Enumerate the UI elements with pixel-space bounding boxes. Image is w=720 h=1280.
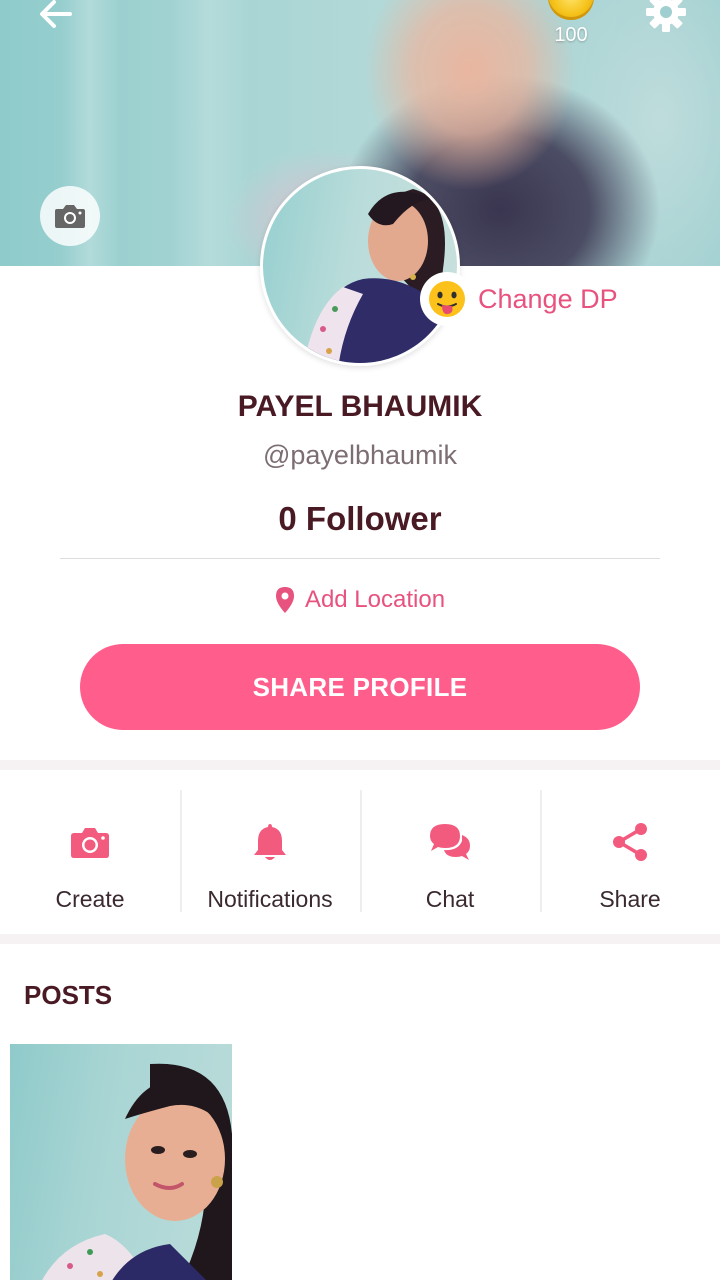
share-button[interactable]: Share [540, 770, 720, 934]
change-dp-button[interactable]: Change DP [420, 272, 618, 326]
change-dp-label: Change DP [478, 283, 618, 314]
camera-icon [55, 205, 85, 228]
back-button[interactable] [34, 0, 78, 34]
profile-avatar[interactable] [260, 166, 460, 366]
action-row: Create Notifications Chat Share [0, 770, 720, 934]
avatar-photo [304, 189, 457, 363]
post-photo [42, 1063, 232, 1280]
notifications-button[interactable]: Notifications [180, 770, 360, 934]
follower-count[interactable]: 0 Follower [0, 500, 720, 538]
change-cover-button[interactable] [40, 186, 100, 246]
profile-name: PAYEL BHAUMIK [237, 390, 483, 423]
divider [60, 558, 660, 559]
section-divider [0, 760, 720, 770]
camera-icon [71, 828, 109, 858]
bell-icon [254, 824, 286, 860]
cover-photo-highlight [170, 0, 250, 266]
create-label: Create [55, 886, 125, 912]
gear-icon [646, 0, 686, 32]
share-profile-button[interactable]: SHARE PROFILE [80, 644, 640, 730]
post-thumbnail[interactable] [10, 1044, 232, 1280]
add-location-label: Add Location [304, 586, 446, 613]
chat-label: Chat [425, 886, 475, 912]
share-icon [613, 823, 647, 861]
create-button[interactable]: Create [0, 770, 180, 934]
share-label: Share [599, 886, 661, 912]
settings-button[interactable] [642, 0, 690, 38]
coin-count: 100 [554, 24, 588, 46]
section-divider [0, 934, 720, 944]
coin-icon [548, 0, 594, 20]
profile-username: @payelbhaumik [262, 440, 457, 470]
coin-balance[interactable]: 100 [540, 0, 602, 56]
back-arrow-icon [40, 0, 72, 28]
posts-section-title: POSTS [24, 980, 113, 1010]
chat-bubbles-icon [430, 824, 470, 860]
chat-button[interactable]: Chat [360, 770, 540, 934]
tongue-emoji-icon [420, 272, 474, 326]
location-pin-icon [275, 587, 294, 613]
add-location-button[interactable]: Add Location [0, 586, 720, 614]
notifications-label: Notifications [207, 886, 333, 912]
